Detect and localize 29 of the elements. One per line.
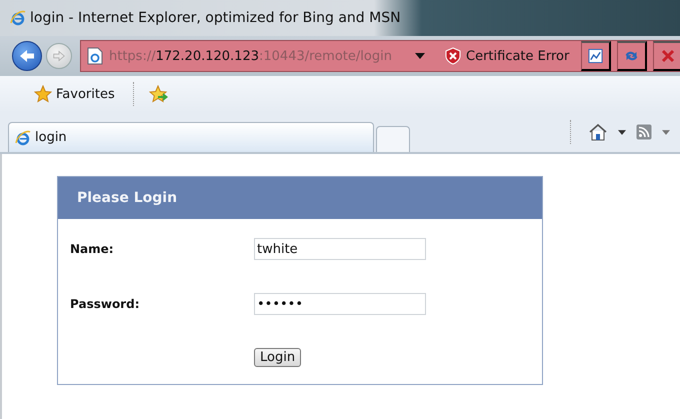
browser-logo-icon [15,130,31,146]
favorites-button[interactable]: Favorites [30,83,119,105]
certificate-error-button[interactable]: Certificate Error [439,46,576,66]
browser-tab[interactable]: login [8,122,374,152]
home-icon[interactable] [588,123,608,141]
field-label: Password: [70,297,140,311]
refresh-button[interactable] [617,41,648,71]
caret-icon[interactable] [415,53,425,59]
login-button[interactable]: Login [254,348,302,367]
input-field[interactable]: twhite [254,238,426,260]
right-arrow-icon [53,50,65,62]
caret-icon[interactable] [618,130,626,134]
compatibility-view-button[interactable] [581,41,612,71]
close-icon [660,49,675,63]
browser-logo-icon [10,10,26,26]
shield-icon [445,47,461,65]
field-label: Name: [70,242,115,256]
window-title: login - Internet Explorer, optimized for Bing and MSN [30,10,401,26]
url-text: https://172.20.120.123:10443/remote/login [109,48,393,64]
add-favorite-icon[interactable] [148,85,169,103]
input-field[interactable]: •••••• [254,293,426,315]
stop-button[interactable] [653,41,680,71]
panel-title: Please Login [77,190,178,206]
star-icon [34,85,52,103]
feed-icon[interactable] [636,124,652,140]
page-icon [87,47,103,65]
left-arrow-icon [19,49,35,63]
address-field[interactable]: https://172.20.120.123:10443/remote/login Certificate Error [80,40,680,72]
back-button[interactable] [12,41,42,71]
